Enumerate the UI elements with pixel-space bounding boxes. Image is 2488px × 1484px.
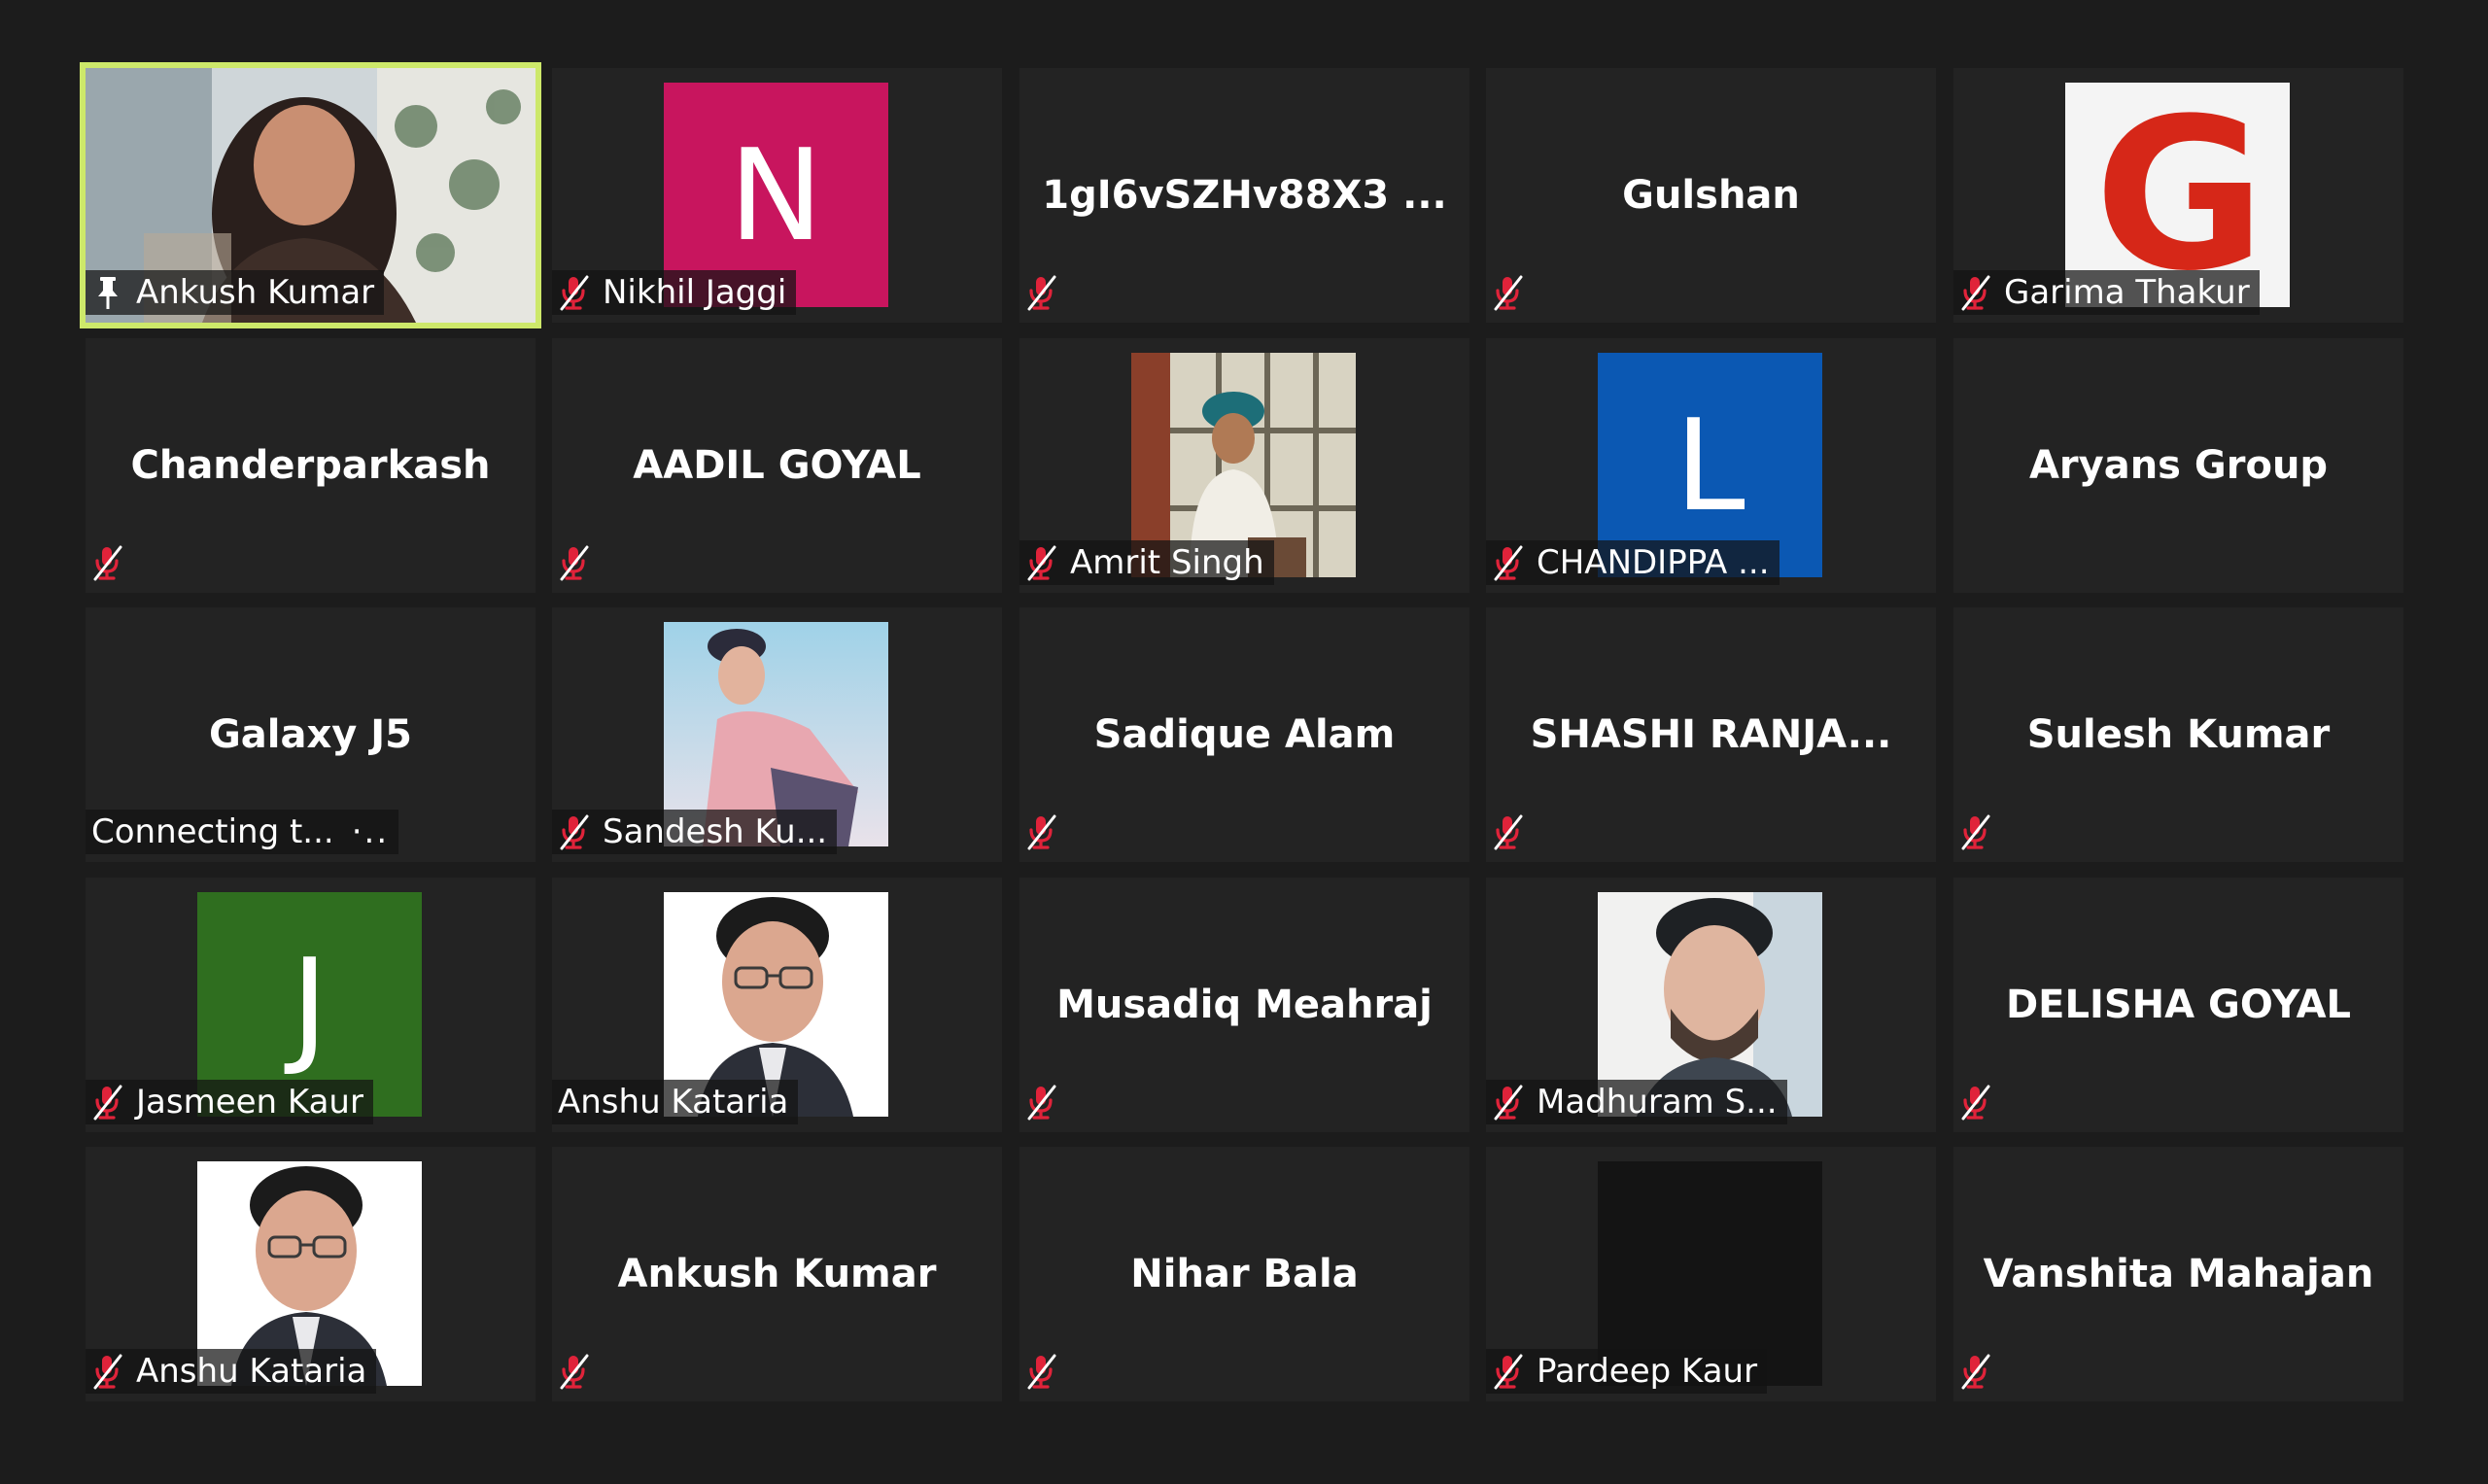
participant-display-name: Chanderparkash (130, 443, 491, 488)
mic-muted-icon (1025, 544, 1058, 581)
participant-display-name: Sulesh Kumar (2026, 712, 2331, 757)
participant-tile[interactable]: Aryans Group (1953, 338, 2403, 593)
participant-name: Jasmeen Kaur (136, 1083, 363, 1122)
participant-tile[interactable]: G Garima Thakur (1953, 68, 2403, 323)
mic-muted-icon (91, 1084, 124, 1121)
participant-name: Connecting t... (91, 812, 334, 851)
participant-name-label: CHANDIPPA ... (1486, 540, 1780, 585)
participant-display-name: 1gI6vSZHv88X3 ... (1042, 173, 1447, 218)
participant-name-label (1953, 810, 2014, 854)
participant-tile[interactable]: Chanderparkash (86, 338, 536, 593)
participant-display-name: Gulshan (1622, 173, 1800, 218)
participant-tile[interactable]: Anshu Kataria (86, 1147, 536, 1401)
participant-display-name: Musadiq Meahraj (1056, 983, 1433, 1027)
participant-display-name: Nihar Bala (1130, 1252, 1359, 1296)
participant-tile[interactable]: DELISHA GOYAL (1953, 878, 2403, 1132)
participant-tile[interactable]: 1gI6vSZHv88X3 ... (1019, 68, 1469, 323)
mic-muted-icon (1959, 1084, 1992, 1121)
mic-muted-icon (1959, 1353, 1992, 1390)
participant-name: Pardeep Kaur (1537, 1352, 1758, 1391)
pin-icon (91, 274, 124, 311)
participant-name-label: Nikhil Jaggi (552, 270, 797, 315)
participant-display-name: Vanshita Mahajan (1983, 1252, 2374, 1296)
participant-name: Nikhil Jaggi (603, 273, 787, 312)
participant-tile[interactable]: Vanshita Mahajan (1953, 1147, 2403, 1401)
mic-muted-icon (1492, 813, 1525, 850)
participant-name-label (1953, 1349, 2014, 1394)
participant-name-label (552, 540, 612, 585)
participant-name: Ankush Kumar (136, 273, 375, 312)
participant-name-label (1019, 1349, 1080, 1394)
mic-muted-icon (558, 813, 591, 850)
mic-muted-icon (1492, 274, 1525, 311)
mic-muted-icon (1492, 544, 1525, 581)
participant-name-label (1486, 810, 1546, 854)
participant-name-label: Anshu Kataria (86, 1349, 377, 1394)
participant-tile[interactable]: Sulesh Kumar (1953, 607, 2403, 862)
participant-name: Amrit Singh (1070, 543, 1264, 582)
participant-name-label (1019, 1080, 1080, 1124)
participant-display-name: SHASHI RANJA... (1530, 712, 1892, 757)
participant-tile[interactable]: SHASHI RANJA... (1486, 607, 1936, 862)
participant-tile[interactable]: Gulshan (1486, 68, 1936, 323)
participant-name-label: Connecting t... ·.. (86, 810, 399, 854)
participant-name: Sandesh Ku... (603, 812, 828, 851)
participant-name-label (86, 540, 146, 585)
mic-muted-icon (91, 544, 124, 581)
mic-muted-icon (1492, 1084, 1525, 1121)
mic-muted-icon (558, 274, 591, 311)
participant-tile[interactable]: L CHANDIPPA ... (1486, 338, 1936, 593)
participant-name: Anshu Kataria (136, 1352, 367, 1391)
participant-tile[interactable]: Sandesh Ku... (552, 607, 1002, 862)
participant-tile[interactable]: Ankush Kumar (552, 1147, 1002, 1401)
participant-display-name: Ankush Kumar (617, 1252, 937, 1296)
participant-name-label: Sandesh Ku... (552, 810, 838, 854)
participant-tile[interactable]: Amrit Singh (1019, 338, 1469, 593)
participant-name-label: Jasmeen Kaur (86, 1080, 373, 1124)
participant-name-label (552, 1349, 612, 1394)
participant-tile[interactable]: Ankush Kumar (80, 62, 541, 328)
gallery-view-grid: Ankush Kumar N Nikhil Jaggi 1gI6vSZHv88X3 .… (0, 0, 2488, 1484)
participant-name: CHANDIPPA ... (1537, 543, 1770, 582)
participant-display-name: AADIL GOYAL (633, 443, 921, 488)
participant-display-name: DELISHA GOYAL (2005, 983, 2352, 1027)
participant-tile[interactable]: N Nikhil Jaggi (552, 68, 1002, 323)
participant-name-label: Garima Thakur (1953, 270, 2260, 315)
participant-name-label: Anshu Kataria (552, 1080, 799, 1124)
mic-muted-icon (1025, 274, 1058, 311)
participant-tile[interactable]: Sadique Alam (1019, 607, 1469, 862)
participant-tile[interactable]: Galaxy J5 Connecting t... ·.. (86, 607, 536, 862)
mic-muted-icon (558, 1353, 591, 1390)
participant-tile[interactable]: J Jasmeen Kaur (86, 878, 536, 1132)
participant-display-name: Sadique Alam (1093, 712, 1396, 757)
participant-display-name: Aryans Group (2028, 443, 2329, 488)
participant-tile[interactable]: Anshu Kataria (552, 878, 1002, 1132)
participant-name-label (1019, 270, 1080, 315)
mic-muted-icon (1025, 813, 1058, 850)
participant-name: Madhuram S... (1537, 1083, 1778, 1122)
connecting-indicator: ·.. (351, 812, 390, 851)
participant-tile[interactable]: AADIL GOYAL (552, 338, 1002, 593)
participant-name: Garima Thakur (2004, 273, 2250, 312)
participant-name-label (1486, 270, 1546, 315)
participant-name-label (1953, 1080, 2014, 1124)
mic-muted-icon (1959, 813, 1992, 850)
mic-muted-icon (1959, 274, 1992, 311)
participant-tile[interactable]: Nihar Bala (1019, 1147, 1469, 1401)
participant-tile[interactable]: Musadiq Meahraj (1019, 878, 1469, 1132)
participant-name-label: Pardeep Kaur (1486, 1349, 1768, 1394)
mic-muted-icon (1025, 1353, 1058, 1390)
participant-tile[interactable]: Pardeep Kaur (1486, 1147, 1936, 1401)
mic-muted-icon (1492, 1353, 1525, 1390)
mic-muted-icon (558, 544, 591, 581)
participant-tile[interactable]: Madhuram S... (1486, 878, 1936, 1132)
participant-name-label: Ankush Kumar (86, 270, 385, 315)
participant-name-label: Amrit Singh (1019, 540, 1274, 585)
mic-muted-icon (91, 1353, 124, 1390)
participant-name: Anshu Kataria (558, 1083, 789, 1122)
participant-name-label (1019, 810, 1080, 854)
mic-muted-icon (1025, 1084, 1058, 1121)
participant-name-label: Madhuram S... (1486, 1080, 1787, 1124)
